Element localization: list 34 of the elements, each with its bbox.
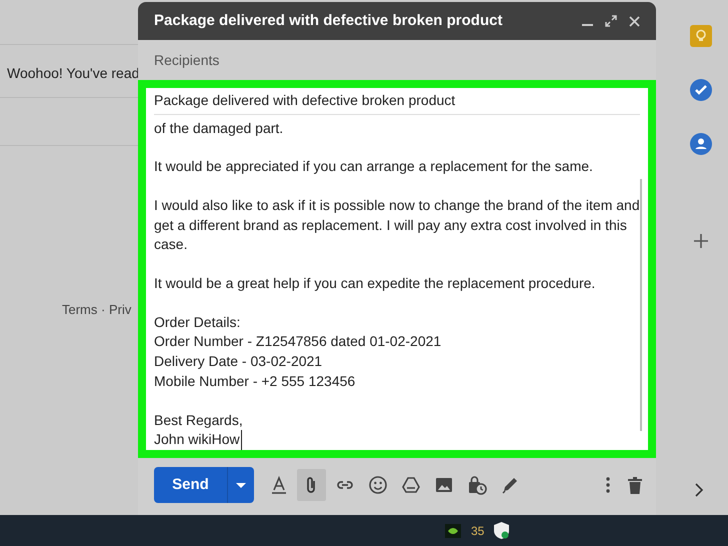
trash-icon[interactable]: [628, 476, 642, 494]
body-line: Delivery Date - 03-02-2021: [154, 352, 322, 372]
body-line: John wikiHow: [154, 430, 242, 450]
pen-icon: [500, 475, 520, 495]
toolbar-button[interactable]: [297, 469, 326, 501]
recipients-field[interactable]: Recipients: [154, 50, 454, 70]
window-title: Package delivered with defective broken product: [154, 10, 504, 31]
more-options-icon[interactable]: [606, 477, 610, 493]
person-icon[interactable]: [690, 133, 712, 155]
tray-reading: 35: [471, 522, 484, 540]
body-line: I would also like to ask if it is possible now to change the brand of the item and: [154, 196, 640, 215]
footer-links: Terms · Priv: [62, 301, 132, 319]
body-line: Order Details:: [154, 312, 240, 332]
body-line: get a different brand as replacement. I will pay any extra cost involved in this: [154, 216, 627, 235]
smiley-icon: [368, 475, 388, 495]
expand-icon[interactable]: [605, 15, 617, 27]
body-line: It would be appreciated if you can arrange a replacement for the same.: [154, 157, 593, 176]
body-line: Best Regards,: [154, 410, 243, 430]
scrollbar[interactable]: [640, 178, 642, 431]
close-icon[interactable]: [629, 16, 640, 26]
shield-icon[interactable]: [494, 522, 510, 539]
body-line: It would be a great help if you can expedite the replacement procedure.: [154, 274, 596, 294]
checkmark-circle-icon[interactable]: [690, 79, 712, 101]
body-line: Mobile Number - +2 555 123456: [154, 372, 356, 391]
caret-icon: [236, 482, 246, 488]
add-icon[interactable]: [694, 234, 708, 248]
chevron-right-icon[interactable]: [695, 483, 704, 497]
graphics-card-icon[interactable]: [445, 524, 461, 538]
subject-field[interactable]: Package delivered with defective broken product: [154, 90, 456, 112]
lock-clock-icon: [466, 475, 486, 495]
body-line: of the damaged part.: [154, 118, 284, 138]
body-line: case.: [154, 235, 188, 254]
image-icon: [434, 475, 454, 495]
body-line: Order Number - Z12547856 dated 01-02-2021: [154, 332, 442, 352]
